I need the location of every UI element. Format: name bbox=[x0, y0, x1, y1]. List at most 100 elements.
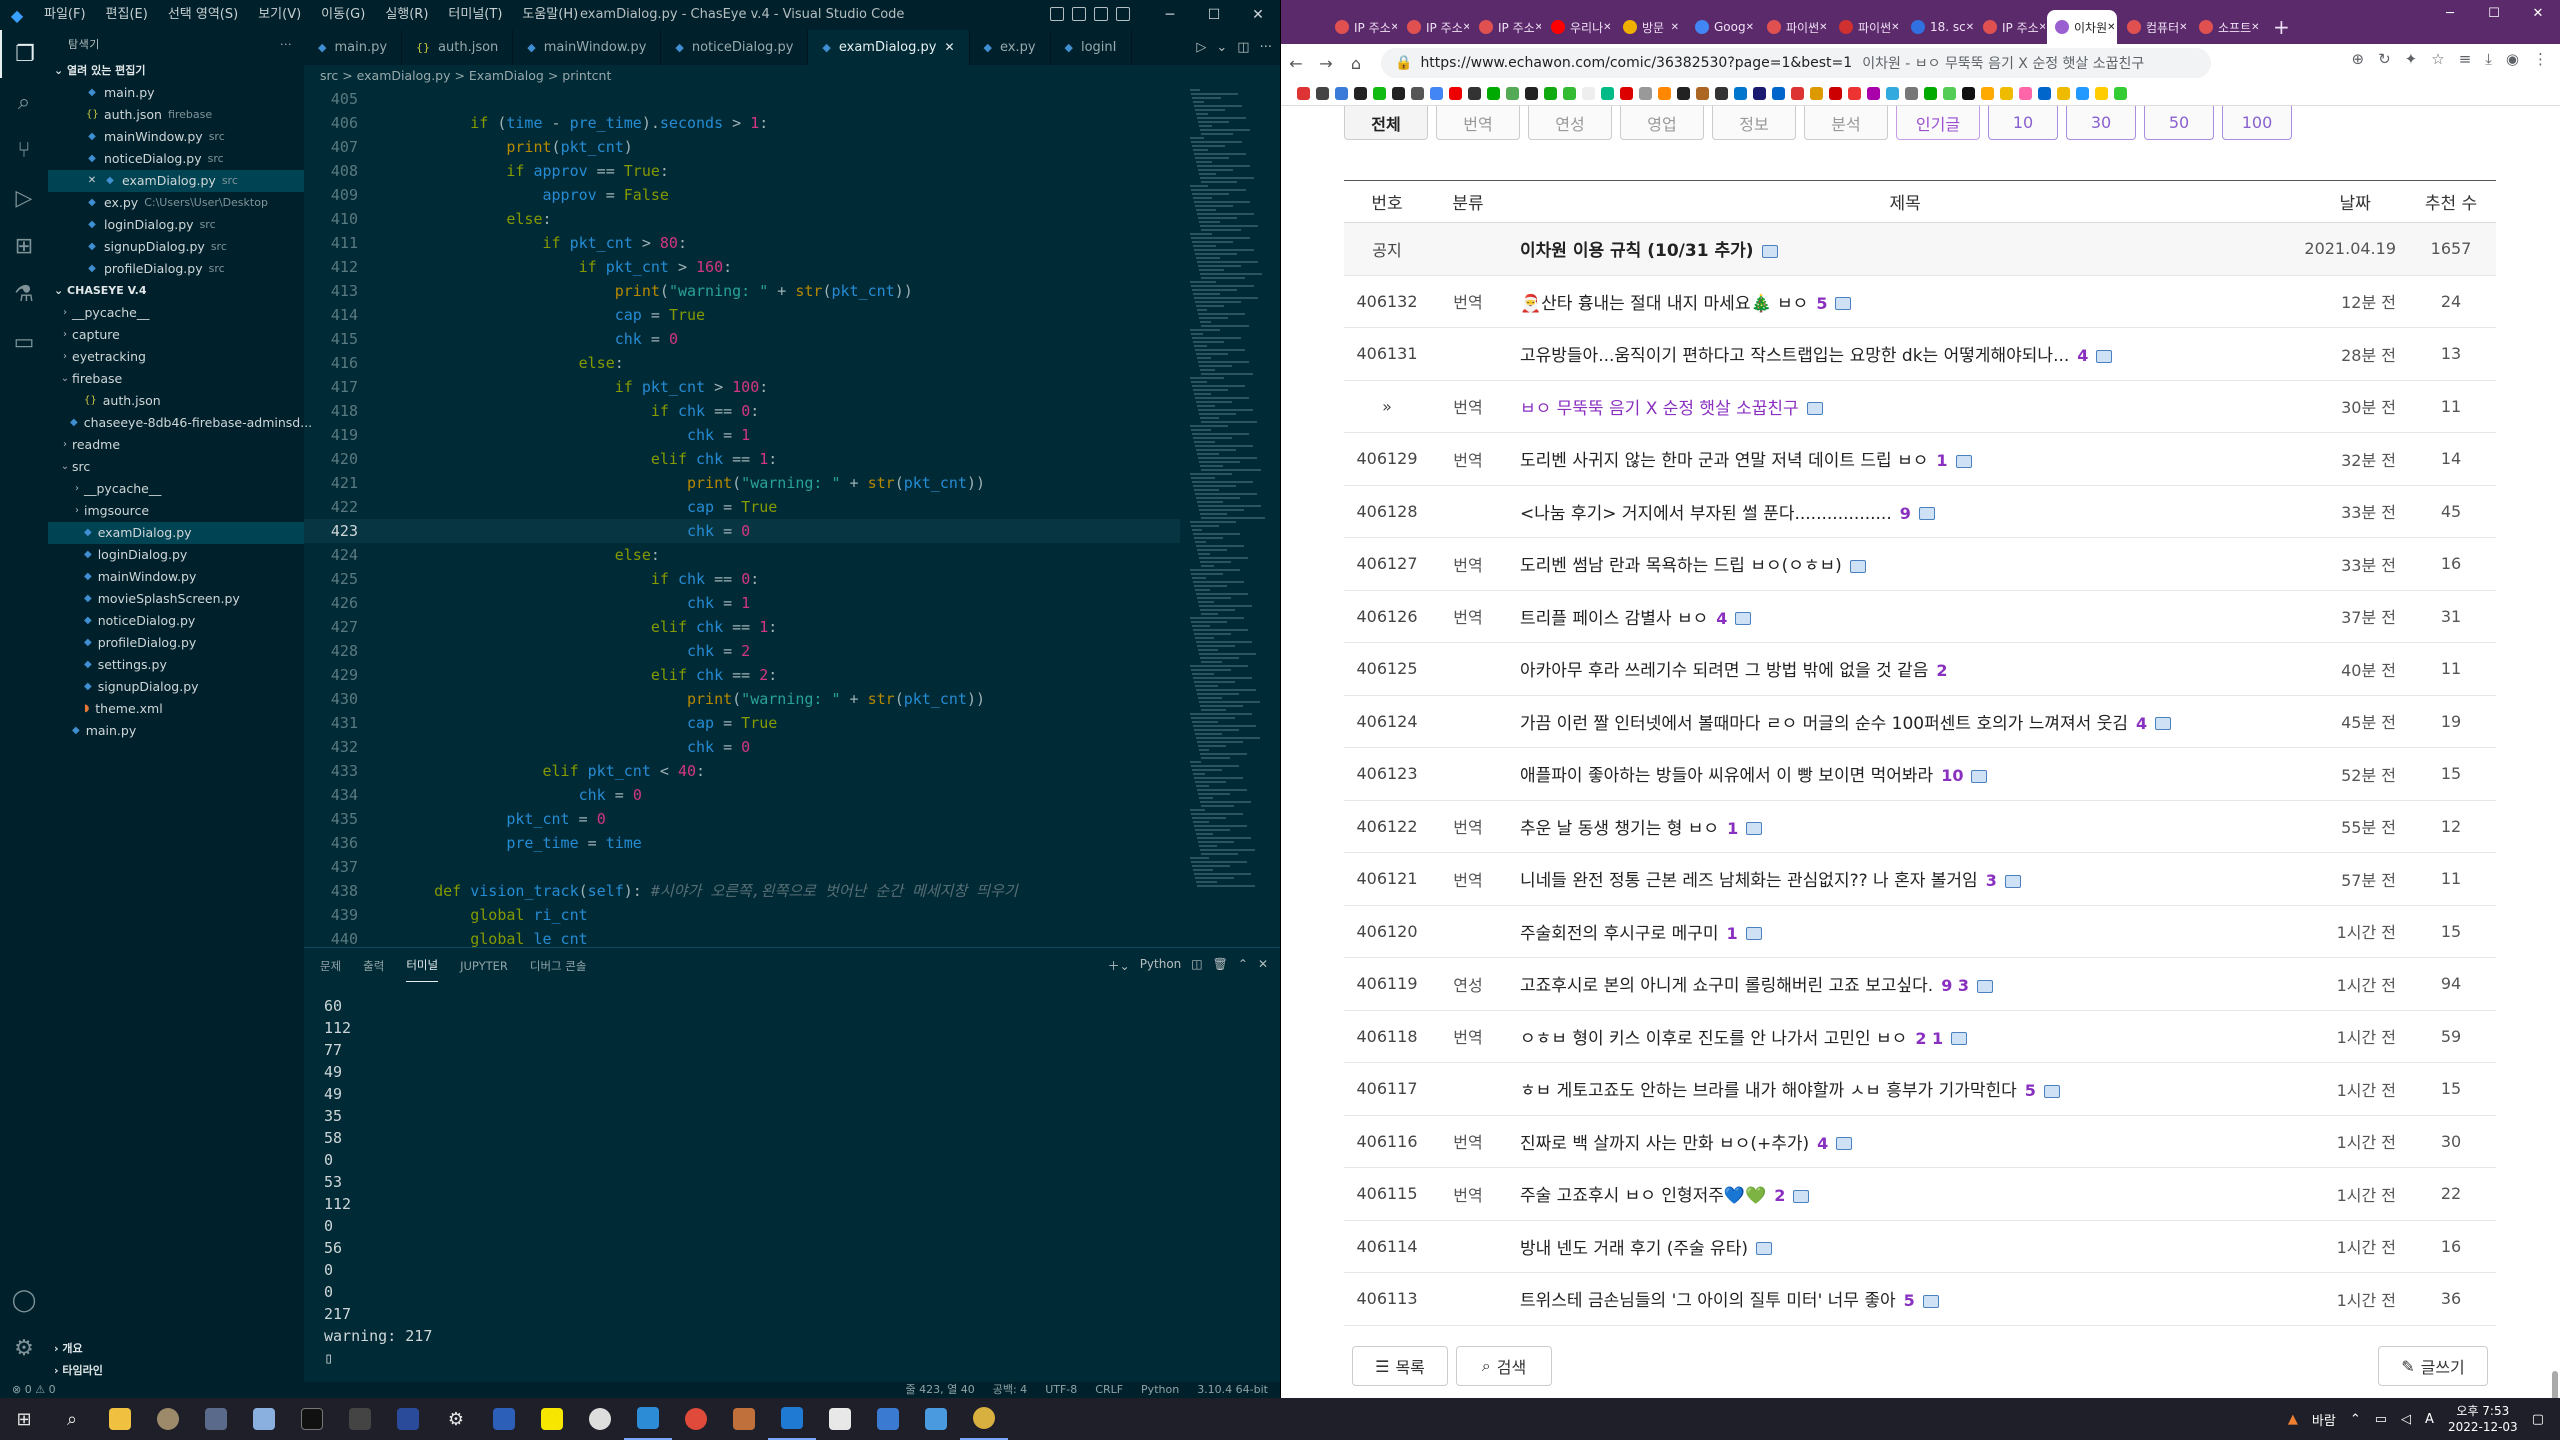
comment-count[interactable]: 1 bbox=[1936, 451, 1947, 470]
list-button[interactable]: ☰ 목록 bbox=[1352, 1346, 1448, 1386]
panel-tab[interactable]: JUPYTER bbox=[460, 951, 508, 981]
post-title-cell[interactable]: ㅂㅇ 무뚝뚝 음기 X 순정 햇살 소꿉친구 bbox=[1506, 380, 2305, 433]
filter-button[interactable]: 50 bbox=[2144, 106, 2214, 140]
post-title-cell[interactable]: 고유방들아...움직이기 편하다고 작스트랩입는 요망한 dk는 어떻게해야되나… bbox=[1506, 327, 2305, 381]
close-tab-icon[interactable]: ✕ bbox=[1463, 22, 1469, 33]
bookmark-icon[interactable] bbox=[1525, 87, 1538, 100]
bookmark-icon[interactable] bbox=[2095, 87, 2108, 100]
editor-tab[interactable]: ◆ mainWindow.py bbox=[513, 30, 662, 65]
bookmark-icon[interactable] bbox=[1601, 87, 1614, 100]
comment-count[interactable]: 5 bbox=[1816, 294, 1827, 313]
comment-count[interactable]: 5 bbox=[2025, 1081, 2036, 1100]
table-row[interactable]: 406125 아카아무 후라 쓰레기수 되려면 그 방법 밖에 없을 것 같음 2 4… bbox=[1344, 642, 2496, 696]
problems-status[interactable]: ⊗ 0 ⚠ 0 bbox=[12, 1382, 56, 1398]
bookmark-icon[interactable] bbox=[1639, 87, 1652, 100]
menu-icon[interactable]: ⋮ bbox=[2533, 50, 2548, 68]
weather-label[interactable]: 바람 bbox=[2312, 1410, 2336, 1429]
bookmark-icon[interactable] bbox=[1411, 87, 1424, 100]
bookmark-icon[interactable] bbox=[1696, 87, 1709, 100]
table-row[interactable]: 406116 번역 진짜로 백 살까지 사는 만화 ㅂㅇ(+추가) 4 1시간 전 30 bbox=[1344, 1115, 2496, 1168]
trash-icon[interactable]: 🗑 bbox=[1213, 957, 1228, 974]
comment-count[interactable]: 2 bbox=[1774, 1186, 1785, 1205]
status-item[interactable]: 3.10.4 64-bit bbox=[1197, 1382, 1268, 1398]
browser-tab[interactable]: 파이썬 ✕ bbox=[1831, 10, 1901, 44]
panel-tab[interactable]: 문제 bbox=[320, 950, 341, 982]
ime-icon[interactable]: A bbox=[2425, 1412, 2434, 1427]
comment-count[interactable]: 2 1 bbox=[1915, 1029, 1943, 1048]
file-item[interactable]: ◆ signupDialog.py bbox=[48, 676, 304, 698]
bookmark-icon[interactable] bbox=[2038, 87, 2051, 100]
back-icon[interactable]: ← bbox=[1281, 54, 1311, 73]
powershell-icon[interactable] bbox=[384, 1398, 432, 1440]
post-title-cell[interactable]: 주술회전의 후시구로 메구미 1 bbox=[1506, 905, 2305, 958]
post-title-link[interactable]: 가끔 이런 짤 인터넷에서 볼때마다 ㄹㅇ 머글의 순수 100퍼센트 호의가 … bbox=[1520, 714, 2128, 734]
comment-count[interactable]: 5 bbox=[1904, 1291, 1915, 1310]
testing-icon[interactable]: ⚗ bbox=[0, 270, 48, 318]
filter-button[interactable]: 100 bbox=[2222, 106, 2292, 140]
account-icon[interactable]: ◯ bbox=[0, 1276, 48, 1324]
folder-item[interactable]: ⌄ firebase bbox=[48, 368, 304, 390]
browser-tab[interactable]: IP 주소 ✕ bbox=[1327, 10, 1397, 44]
post-title-cell[interactable]: 가끔 이런 짤 인터넷에서 볼때마다 ㄹㅇ 머글의 순수 100퍼센트 호의가 … bbox=[1506, 695, 2305, 748]
comment-count[interactable]: 3 bbox=[1986, 871, 1997, 890]
close-tab-icon[interactable]: ✕ bbox=[1603, 22, 1611, 33]
folder-item[interactable]: › imgsource bbox=[48, 500, 304, 522]
file-explorer-icon[interactable] bbox=[96, 1398, 144, 1440]
search-icon[interactable]: ⌕ bbox=[48, 1398, 96, 1440]
post-title-link[interactable]: 트리플 페이스 감별사 ㅂㅇ bbox=[1520, 609, 1708, 629]
close-panel-icon[interactable]: ✕ bbox=[1258, 957, 1268, 974]
calculator-icon[interactable] bbox=[192, 1398, 240, 1440]
chrome-running-icon[interactable] bbox=[960, 1398, 1008, 1440]
tray-chevron-icon[interactable]: ⌃ bbox=[2350, 1412, 2361, 1427]
post-title-link[interactable]: ㅂㅇ 무뚝뚝 음기 X 순정 햇살 소꿉친구 bbox=[1520, 399, 1799, 419]
post-title-link[interactable]: 트위스테 금손님들의 '그 아이의 질투 미터' 너무 좋아 bbox=[1520, 1291, 1896, 1311]
open-editor-item[interactable]: ◆ ex.py C:\Users\User\Desktop bbox=[48, 192, 304, 214]
notepad-icon[interactable] bbox=[240, 1398, 288, 1440]
run-file-icon[interactable]: ▷ bbox=[1196, 30, 1206, 65]
profile-icon[interactable]: ◉ bbox=[2506, 50, 2519, 68]
bookmark-icon[interactable] bbox=[1316, 87, 1329, 100]
vscode-taskbar-icon[interactable] bbox=[624, 1398, 672, 1440]
post-title-cell[interactable]: 진짜로 백 살까지 사는 만화 ㅂㅇ(+추가) 4 bbox=[1506, 1115, 2305, 1168]
bookmark-icon[interactable] bbox=[1582, 87, 1595, 100]
browser-tab[interactable]: 우리나 ✕ bbox=[1543, 10, 1613, 44]
extension-icon[interactable]: ✦ bbox=[2405, 50, 2418, 68]
bookmark-icon[interactable] bbox=[2057, 87, 2070, 100]
table-row[interactable]: 406119 연성 고죠후시로 본의 아니게 쇼구미 롤링해버린 고죠 보고싶다. 9… bbox=[1344, 957, 2496, 1011]
post-title-link[interactable]: ㅇㅎㅂ 형이 키스 이후로 진도를 안 나가서 고민인 ㅂㅇ bbox=[1520, 1029, 1907, 1049]
comment-count[interactable]: 2 bbox=[1936, 661, 1947, 680]
browser-tab[interactable]: 소프트 ✕ bbox=[2191, 10, 2261, 44]
comment-count[interactable]: 10 bbox=[1941, 766, 1963, 785]
chart-app-icon[interactable] bbox=[912, 1398, 960, 1440]
open-editor-item[interactable]: ◆ mainWindow.py src bbox=[48, 126, 304, 148]
post-title-link[interactable]: 이차원 이용 규칙 (10/31 추가) bbox=[1520, 241, 1754, 261]
filter-button[interactable]: 영업 bbox=[1620, 106, 1704, 140]
search-button[interactable]: ⌕ 검색 bbox=[1456, 1346, 1552, 1386]
browser-minimize-icon[interactable]: ─ bbox=[2428, 0, 2472, 26]
new-terminal-icon[interactable]: ＋⌄ bbox=[1108, 957, 1130, 974]
browser-tab[interactable]: IP 주소 ✕ bbox=[1399, 10, 1469, 44]
post-title-link[interactable]: 추운 날 동생 챙기는 형 ㅂㅇ bbox=[1520, 819, 1719, 839]
comment-count[interactable]: 4 bbox=[2136, 714, 2147, 733]
bookmark-icon[interactable] bbox=[1506, 87, 1519, 100]
volume-icon[interactable]: ◁ bbox=[2401, 1412, 2411, 1427]
post-title-cell[interactable]: ㅇㅎㅂ 형이 키스 이후로 진도를 안 나가서 고민인 ㅂㅇ 2 1 bbox=[1506, 1010, 2305, 1063]
comment-count[interactable]: 4 bbox=[1817, 1134, 1828, 1153]
close-tab-icon[interactable]: ✕ bbox=[1819, 22, 1827, 33]
clock[interactable]: 오후 7:53 2022-12-03 bbox=[2448, 1403, 2518, 1435]
post-title-cell[interactable]: 추운 날 동생 챙기는 형 ㅂㅇ 1 bbox=[1506, 800, 2305, 853]
menu-item[interactable]: 도움말(H) bbox=[512, 0, 588, 30]
comment-count[interactable]: 4 bbox=[1716, 609, 1727, 628]
close-tab-icon[interactable]: ✕ bbox=[2179, 22, 2187, 33]
bookmark-icon[interactable] bbox=[1886, 87, 1899, 100]
bookmark-icon[interactable] bbox=[2019, 87, 2032, 100]
table-row[interactable]: 406127 번역 도리벤 썸남 란과 목욕하는 드립 ㅂㅇ(ㅇㅎㅂ) 33분 전 16 bbox=[1344, 537, 2496, 591]
filter-button[interactable]: 전체 bbox=[1344, 106, 1428, 140]
table-row[interactable]: 406122 번역 추운 날 동생 챙기는 형 ㅂㅇ 1 55분 전 12 bbox=[1344, 800, 2496, 853]
table-row[interactable]: 406124 가끔 이런 짤 인터넷에서 볼때마다 ㄹㅇ 머글의 순수 100퍼센… bbox=[1344, 695, 2496, 748]
status-item[interactable]: CRLF bbox=[1095, 1382, 1123, 1398]
post-title-link[interactable]: 애플파이 좋아하는 방들아 씨유에서 이 빵 보이면 먹어봐라 bbox=[1520, 766, 1933, 786]
extensions-icon[interactable]: ⊞ bbox=[0, 222, 48, 270]
panel-tab[interactable]: 디버그 콘솔 bbox=[530, 950, 587, 982]
page-scrollbar[interactable] bbox=[2552, 1371, 2558, 1398]
